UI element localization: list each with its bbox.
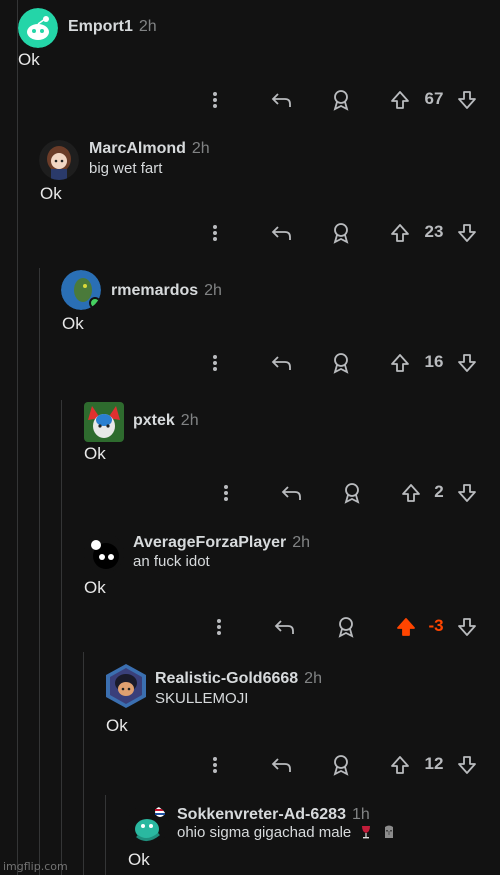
- reply-icon[interactable]: [270, 87, 294, 113]
- award-icon[interactable]: [329, 752, 353, 778]
- vote-score: 12: [424, 754, 444, 773]
- timestamp: 2h: [138, 18, 157, 35]
- username[interactable]: AverageForzaPlayer: [133, 534, 286, 551]
- comment-body: Ok: [40, 184, 62, 203]
- vote-score: -3: [428, 616, 444, 635]
- thread-line: [39, 268, 40, 875]
- more-options-icon[interactable]: [216, 480, 236, 506]
- thread-line: [17, 0, 18, 875]
- more-options-icon[interactable]: [205, 350, 225, 376]
- user-flair: an fuck idot: [133, 553, 210, 570]
- reply-icon[interactable]: [270, 752, 294, 778]
- avatar[interactable]: [84, 402, 124, 442]
- award-icon[interactable]: [329, 87, 353, 113]
- timestamp: 2h: [292, 534, 311, 551]
- username[interactable]: Sokkenvreter-Ad-6283: [177, 806, 346, 823]
- user-flair: SKULLEMOJI: [155, 690, 249, 707]
- vote-score: 16: [424, 352, 444, 371]
- avatar[interactable]: [127, 804, 169, 846]
- upvote-icon[interactable]: [388, 87, 412, 113]
- timestamp: 2h: [180, 412, 199, 429]
- user-flair-text: ohio sigma gigachad male: [177, 824, 352, 841]
- downvote-icon[interactable]: [455, 220, 479, 246]
- reply-icon[interactable]: [273, 614, 297, 640]
- more-options-icon[interactable]: [209, 614, 229, 640]
- comment-body: Ok: [106, 716, 128, 735]
- downvote-icon[interactable]: [455, 752, 479, 778]
- username[interactable]: Emport1: [68, 18, 133, 35]
- downvote-icon[interactable]: [455, 87, 479, 113]
- comment-body: Ok: [62, 314, 84, 333]
- downvote-icon[interactable]: [455, 350, 479, 376]
- wine-glass-emoji: [362, 826, 371, 839]
- user-flair: ohio sigma gigachad male: [177, 824, 396, 841]
- user-flair: big wet fart: [89, 160, 163, 177]
- avatar[interactable]: [18, 8, 58, 48]
- avatar[interactable]: [61, 270, 101, 310]
- watermark: imgflip.com: [3, 860, 68, 873]
- thread-line: [105, 795, 106, 875]
- award-icon[interactable]: [329, 220, 353, 246]
- vote-score: 2: [434, 482, 444, 501]
- award-icon[interactable]: [329, 350, 353, 376]
- comment-body: Ok: [128, 850, 150, 869]
- comment-body: Ok: [18, 50, 40, 69]
- username[interactable]: MarcAlmond: [89, 140, 186, 157]
- upvote-icon[interactable]: [388, 350, 412, 376]
- award-icon[interactable]: [334, 614, 358, 640]
- reply-icon[interactable]: [270, 220, 294, 246]
- timestamp: 1h: [351, 806, 370, 823]
- comment-body: Ok: [84, 578, 106, 597]
- more-options-icon[interactable]: [205, 87, 225, 113]
- avatar[interactable]: [84, 533, 124, 573]
- reply-icon[interactable]: [270, 350, 294, 376]
- thread-line: [61, 652, 62, 875]
- upvote-icon[interactable]: [388, 752, 412, 778]
- moai-emoji: [384, 825, 393, 838]
- downvote-icon[interactable]: [455, 480, 479, 506]
- thread-line: [83, 652, 84, 875]
- username[interactable]: Realistic-Gold6668: [155, 670, 298, 687]
- vote-score: 23: [424, 222, 444, 241]
- more-options-icon[interactable]: [205, 220, 225, 246]
- timestamp: 2h: [204, 282, 222, 299]
- username[interactable]: rmemardos: [111, 282, 198, 299]
- upvote-icon[interactable]: [388, 220, 412, 246]
- avatar[interactable]: [104, 663, 148, 709]
- upvote-icon[interactable]: [399, 480, 423, 506]
- more-options-icon[interactable]: [205, 752, 225, 778]
- username[interactable]: pxtek: [133, 412, 175, 429]
- vote-score: 67: [424, 89, 444, 108]
- award-icon[interactable]: [340, 480, 364, 506]
- upvote-icon[interactable]: [394, 614, 418, 640]
- comment-body: Ok: [84, 444, 106, 463]
- timestamp: 2h: [304, 670, 322, 687]
- avatar[interactable]: [39, 140, 79, 180]
- downvote-icon[interactable]: [455, 614, 479, 640]
- reply-icon[interactable]: [280, 480, 304, 506]
- timestamp: 2h: [191, 140, 210, 157]
